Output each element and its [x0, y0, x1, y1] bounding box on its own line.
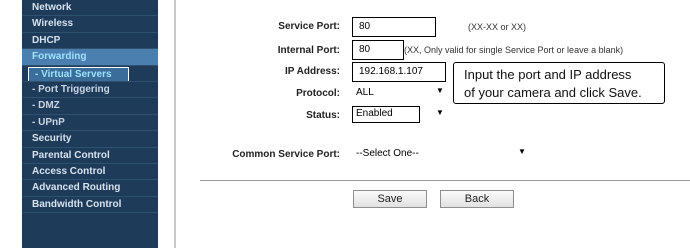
service-port-input[interactable]: 80 — [352, 17, 436, 37]
internal-port-input[interactable]: 80 — [352, 40, 404, 60]
sidebar-item-port-triggering[interactable]: - Port Triggering — [22, 82, 158, 99]
sidebar-item-dmz[interactable]: - DMZ — [22, 98, 158, 115]
protocol-label: Protocol: — [296, 88, 340, 99]
form-separator — [200, 180, 690, 181]
sidebar-item-virtual-servers[interactable]: - Virtual Servers — [22, 66, 158, 82]
ip-address-label: IP Address: — [284, 66, 340, 77]
sidebar-item-bandwidth-control[interactable]: Bandwidth Control — [22, 197, 158, 214]
back-button[interactable]: Back — [440, 190, 514, 208]
internal-port-hint: (XX, Only valid for single Service Port … — [404, 45, 624, 55]
sidebar-item-dhcp[interactable]: DHCP — [22, 33, 158, 50]
sidebar-item-wireless[interactable]: Wireless — [22, 16, 158, 33]
common-service-port-select[interactable]: --Select One-- — [356, 148, 419, 159]
save-button[interactable]: Save — [353, 190, 427, 208]
service-port-hint: (XX-XX or XX) — [468, 22, 527, 32]
sidebar-item-network[interactable]: Network — [22, 0, 158, 17]
sidebar-menu: Network Wireless DHCP Forwarding - Virtu… — [22, 0, 158, 248]
sidebar-item-parental-control[interactable]: Parental Control — [22, 148, 158, 164]
triangle-down-icon[interactable]: ▼ — [518, 147, 526, 156]
sidebar-divider — [174, 0, 176, 248]
common-service-port-label: Common Service Port: — [232, 149, 340, 160]
sidebar-item-advanced-routing[interactable]: Advanced Routing — [22, 180, 158, 197]
triangle-down-icon[interactable]: ▼ — [436, 86, 444, 95]
service-port-label: Service Port: — [278, 21, 340, 32]
internal-port-label: Internal Port: — [277, 45, 340, 56]
ip-address-input[interactable]: 192.168.1.107 — [352, 62, 446, 82]
protocol-select[interactable]: ALL — [356, 87, 374, 98]
callout-line-1: Input the port and IP address — [464, 67, 632, 82]
triangle-down-icon[interactable]: ▼ — [436, 108, 444, 117]
callout-line-2: of your camera and click Save. — [464, 85, 642, 100]
sidebar-item-access-control[interactable]: Access Control — [22, 164, 158, 181]
status-select[interactable]: Enabled — [352, 106, 420, 123]
sidebar-item-upnp[interactable]: - UPnP — [22, 115, 158, 132]
status-label: Status: — [306, 110, 340, 121]
instruction-callout: Input the port and IP address of your ca… — [453, 62, 665, 104]
sidebar-item-forwarding[interactable]: Forwarding — [22, 49, 158, 66]
sidebar-item-security[interactable]: Security — [22, 131, 158, 148]
sidebar-item-label: - Virtual Servers — [28, 66, 129, 81]
